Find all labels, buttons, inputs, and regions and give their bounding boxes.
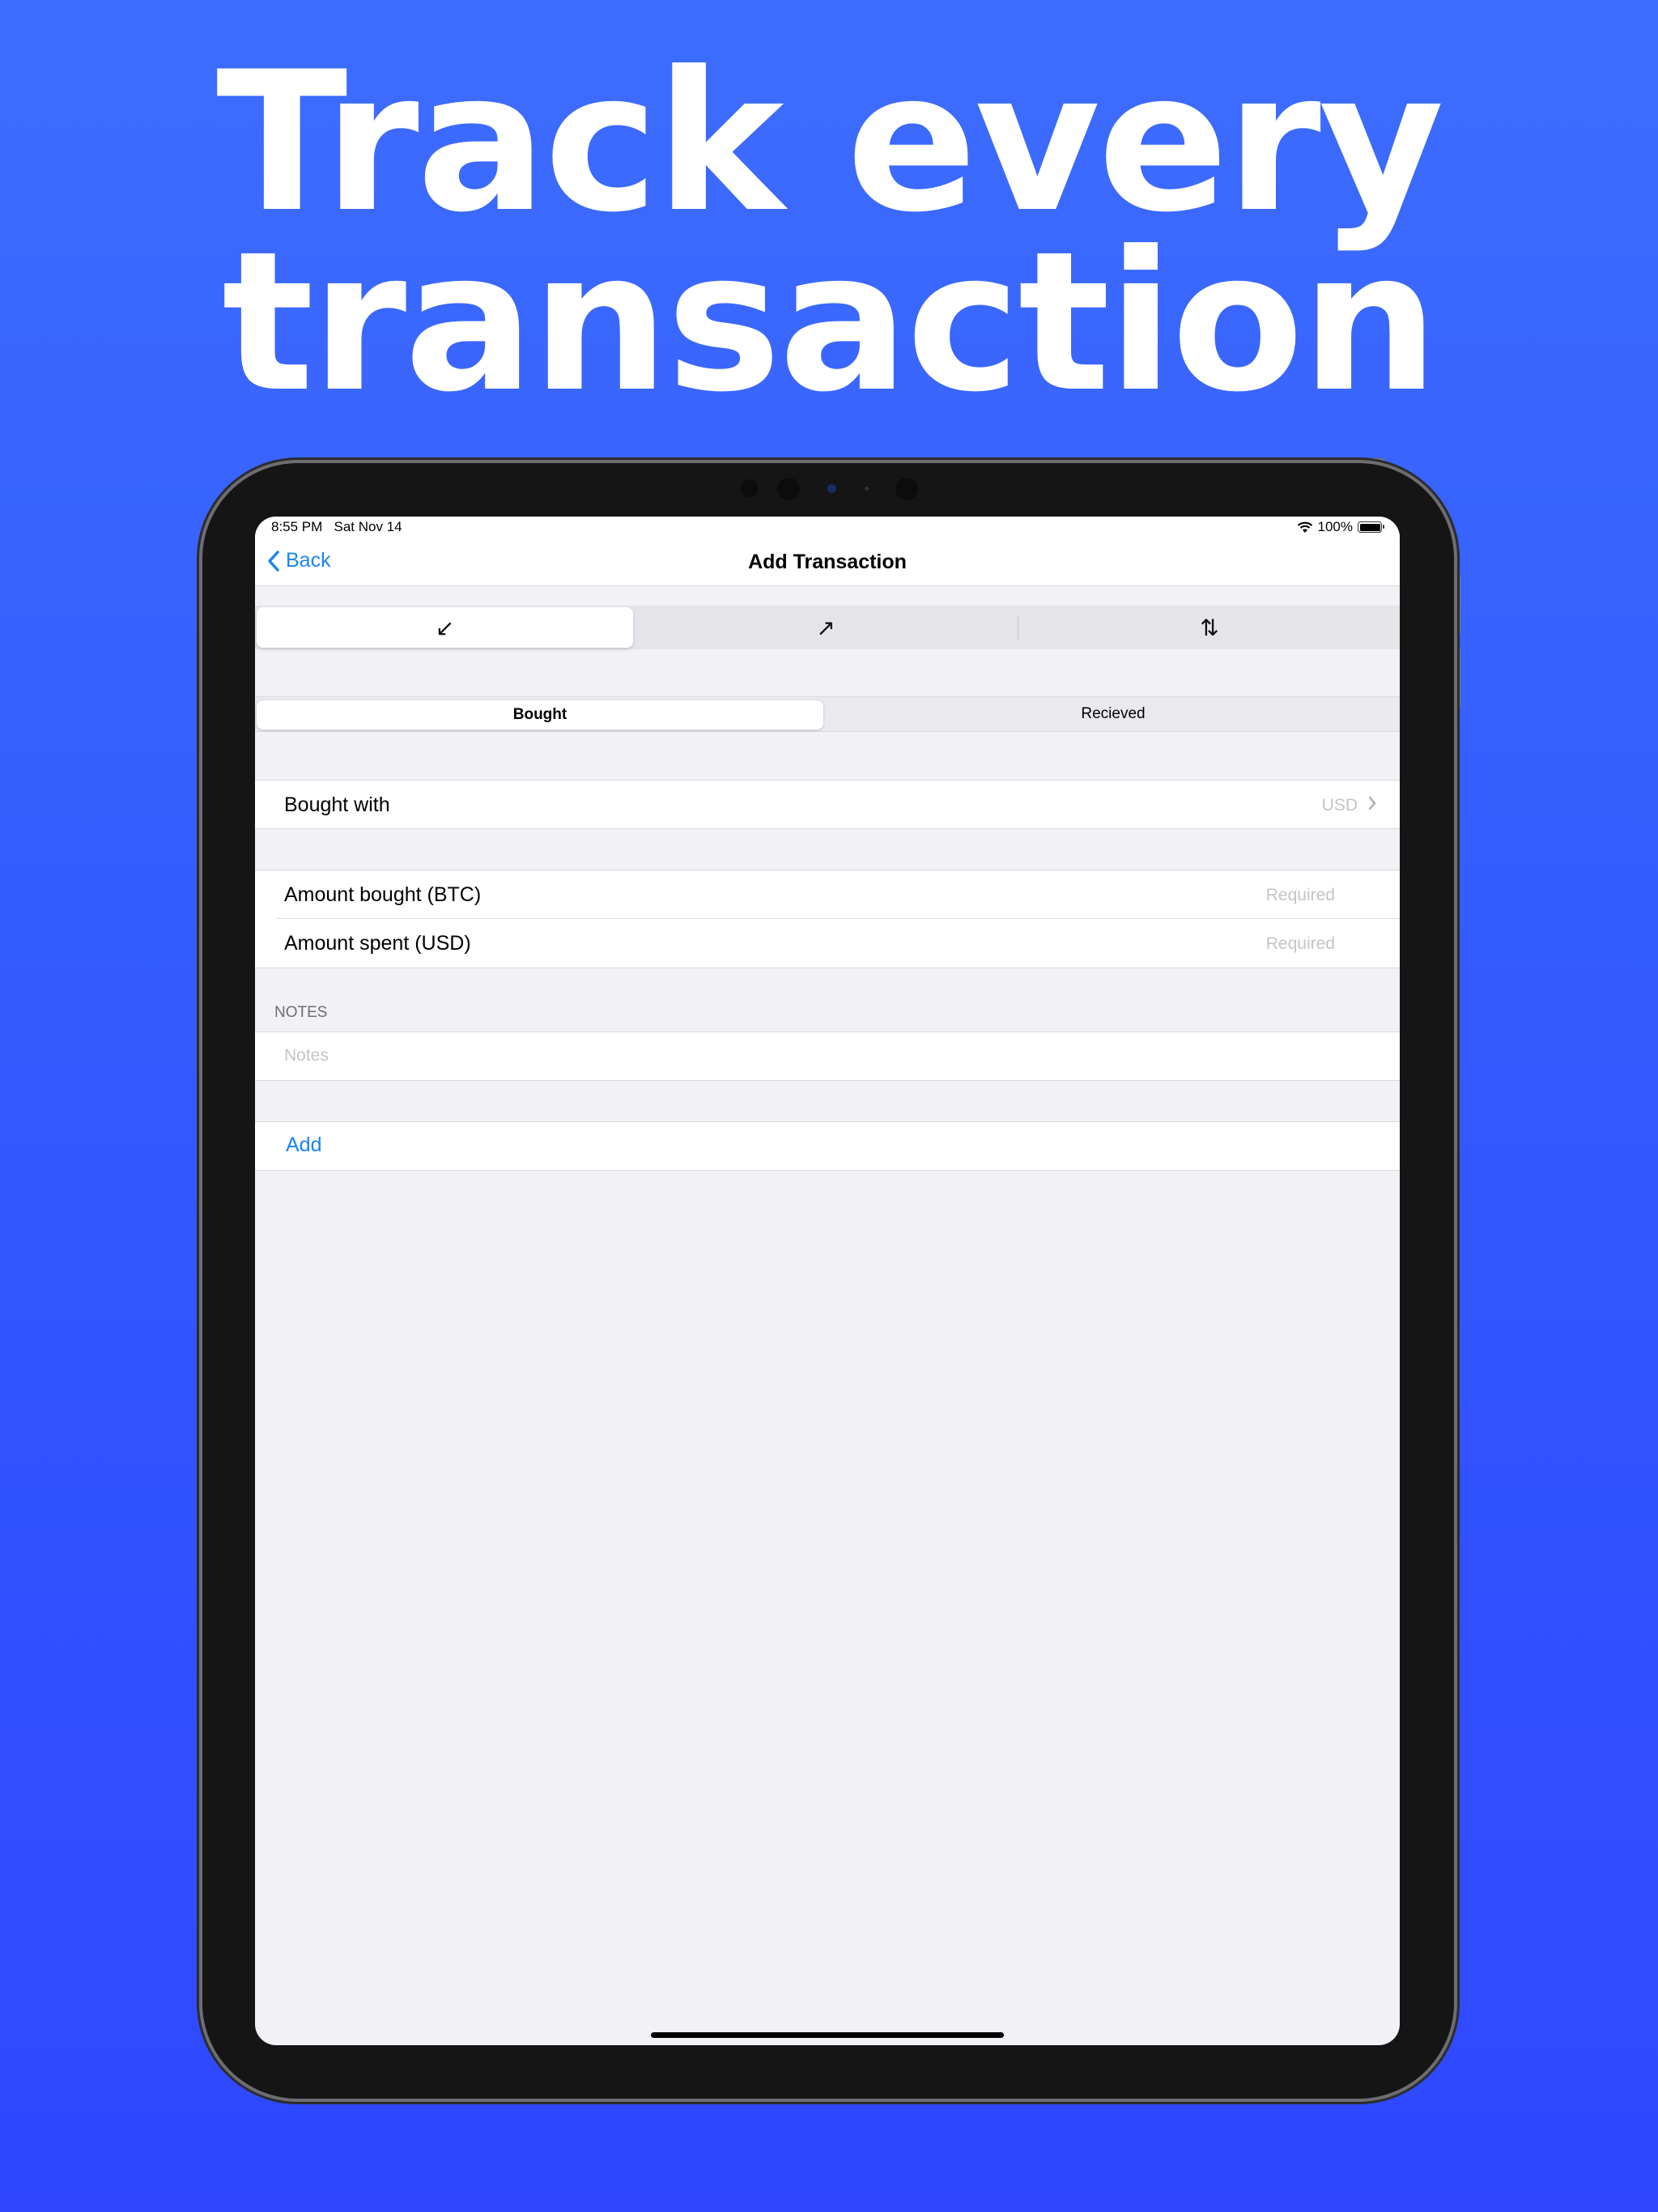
- amount-spent-input[interactable]: Required: [1266, 934, 1335, 954]
- source-control: Bought Recieved: [255, 696, 1400, 732]
- notes-section-header: NOTES: [274, 1004, 328, 1021]
- notes-placeholder: Notes: [284, 1046, 329, 1065]
- home-indicator: [651, 2032, 1004, 2038]
- battery-icon: [1358, 521, 1384, 533]
- amount-bought-input[interactable]: Required: [1266, 886, 1335, 905]
- page-title: Add Transaction: [748, 551, 907, 573]
- chevron-right-icon: [1367, 795, 1377, 816]
- volume-up-button: [1454, 573, 1460, 635]
- volume-down-button: [1454, 648, 1460, 709]
- camera-lens: [777, 478, 800, 500]
- add-button[interactable]: Add: [286, 1134, 321, 1157]
- bought-with-row[interactable]: Bought with USD: [255, 781, 1400, 829]
- battery-percent: 100%: [1317, 519, 1353, 534]
- add-group: Add: [255, 1121, 1400, 1171]
- bought-with-value: USD: [1321, 796, 1358, 815]
- segment-buy[interactable]: ↙: [257, 607, 633, 648]
- nav-bar: Back Add Transaction: [255, 539, 1400, 586]
- arrow-down-left-icon: ↙: [435, 615, 455, 640]
- wifi-icon: [1297, 521, 1312, 533]
- segment-recieved[interactable]: Recieved: [830, 697, 1397, 731]
- headline-line-1: Track every: [216, 31, 1444, 255]
- transaction-type-control: ↙ ↗ ⇅: [255, 606, 1400, 649]
- camera-dot: [865, 487, 869, 491]
- amounts-group: Amount bought (BTC) Required Amount spen…: [255, 870, 1400, 968]
- add-row[interactable]: Add: [255, 1122, 1400, 1171]
- bought-with-group: Bought with USD: [255, 780, 1400, 829]
- camera-sensor: [741, 479, 759, 497]
- bought-with-label: Bought with: [284, 793, 390, 816]
- arrows-up-down-icon: ⇅: [1200, 615, 1219, 640]
- segment-transfer[interactable]: ⇅: [1019, 606, 1400, 649]
- amount-spent-row[interactable]: Amount spent (USD) Required: [255, 919, 1400, 968]
- amount-bought-row[interactable]: Amount bought (BTC) Required: [255, 870, 1400, 919]
- headline: Track every transaction: [0, 31, 1658, 435]
- amount-bought-label: Amount bought (BTC): [284, 883, 482, 906]
- camera-flood: [895, 478, 918, 500]
- status-bar: 8:55 PM Sat Nov 14 100%: [255, 517, 1400, 539]
- arrow-up-right-icon: ↗: [816, 615, 835, 640]
- amount-spent-label: Amount spent (USD): [284, 932, 471, 955]
- status-time: 8:55 PM Sat Nov 14: [271, 519, 402, 534]
- camera-indicator: [827, 484, 836, 493]
- segment-sell[interactable]: ↗: [636, 606, 1016, 649]
- notes-field[interactable]: Notes: [255, 1032, 1400, 1081]
- segment-bought[interactable]: Bought: [257, 700, 823, 730]
- notes-group: Notes: [255, 1032, 1400, 1081]
- app-screen: 8:55 PM Sat Nov 14 100% Back Add Transac…: [255, 517, 1400, 2045]
- headline-line-2: transaction: [222, 211, 1439, 435]
